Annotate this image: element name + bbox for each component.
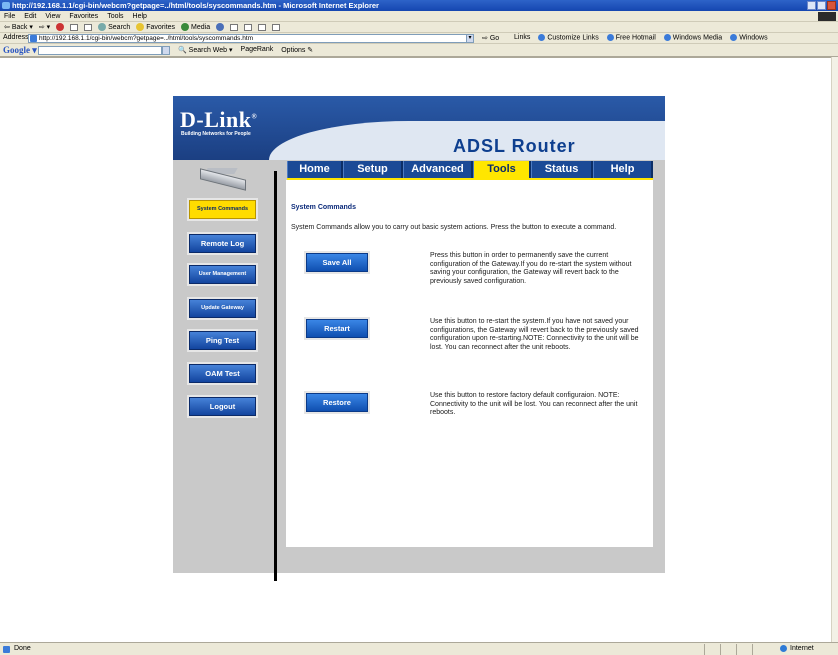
search-web-button[interactable]: 🔍 Search Web ▾ xyxy=(178,46,233,54)
stop-icon[interactable] xyxy=(56,23,65,31)
status-text: Done xyxy=(14,645,31,652)
intro-text: System Commands allow you to carry out b… xyxy=(291,224,617,231)
tab-setup[interactable]: Setup xyxy=(343,161,403,178)
options-button[interactable]: Options ✎ xyxy=(281,46,313,54)
sidebar-item-user-management[interactable]: User Management xyxy=(189,265,256,284)
windows-logo-icon xyxy=(818,12,836,21)
product-title: ADSL Router xyxy=(453,136,576,156)
menu-bar: File Edit View Favorites Tools Help xyxy=(0,11,838,22)
media-icon xyxy=(181,23,190,31)
restart-button[interactable]: Restart xyxy=(306,319,368,338)
page-title: System Commands xyxy=(291,204,356,211)
home-icon[interactable] xyxy=(84,23,93,31)
search-icon xyxy=(98,23,107,31)
restore-button[interactable]: Restore xyxy=(306,393,368,412)
tab-home[interactable]: Home xyxy=(287,161,343,178)
sidebar-item-logout[interactable]: Logout xyxy=(189,397,256,416)
status-divider xyxy=(704,644,705,655)
status-divider xyxy=(752,644,753,655)
pagerank-indicator[interactable]: PageRank xyxy=(241,46,274,54)
google-search-dropdown[interactable] xyxy=(162,46,170,55)
window-controls xyxy=(807,1,836,10)
ie-logo-icon xyxy=(2,2,10,9)
search-button[interactable]: Search xyxy=(98,23,130,31)
google-logo[interactable]: Google ▾ xyxy=(3,45,37,56)
router-header: D-Link® Building Networks for People ADS… xyxy=(173,96,665,160)
vertical-scrollbar[interactable] xyxy=(831,57,838,642)
globe-icon xyxy=(780,644,787,652)
discuss-icon[interactable] xyxy=(272,23,281,31)
edit-icon[interactable] xyxy=(258,23,267,31)
security-zone: Internet xyxy=(780,643,814,655)
sidebar-item-oam-test[interactable]: OAM Test xyxy=(189,364,256,383)
forward-button[interactable]: ⇨ ▾ xyxy=(39,23,50,31)
back-button[interactable]: ⇦ Back ▾ xyxy=(4,23,33,31)
google-search-input[interactable] xyxy=(38,46,162,55)
address-input[interactable]: http://192.168.1.1/cgi-bin/webcm?getpage… xyxy=(28,34,474,43)
link-customize-links[interactable]: Customize Links xyxy=(538,34,599,41)
sidebar-item-remote-log[interactable]: Remote Log xyxy=(189,234,256,253)
address-label: Address xyxy=(3,34,29,41)
menu-edit[interactable]: Edit xyxy=(24,13,36,20)
status-divider xyxy=(736,644,737,655)
main-tabs: Home Setup Advanced Tools Status Help xyxy=(287,161,653,178)
page-status-icon xyxy=(3,646,10,653)
content-panel: System Commands System Commands allow yo… xyxy=(286,180,653,547)
dlink-tagline: Building Networks for People xyxy=(181,131,251,137)
menu-tools[interactable]: Tools xyxy=(107,13,123,20)
address-bar: Address http://192.168.1.1/cgi-bin/webcm… xyxy=(0,33,838,44)
page-icon xyxy=(30,35,37,42)
restore-description: Use this button to restore factory defau… xyxy=(430,392,638,416)
tab-help[interactable]: Help xyxy=(593,161,653,178)
link-windows-media[interactable]: Windows Media xyxy=(663,34,722,41)
menu-view[interactable]: View xyxy=(45,13,60,20)
address-dropdown[interactable]: ▾ xyxy=(466,34,474,43)
standard-toolbar: ⇦ Back ▾ ⇨ ▾ Search Favorites Media xyxy=(0,22,838,33)
links-label: Links xyxy=(514,34,531,41)
restart-description: Use this button to re-start the system.I… xyxy=(430,318,639,351)
refresh-icon[interactable] xyxy=(70,23,79,31)
status-divider xyxy=(720,644,721,655)
sidebar-item-update-gateway[interactable]: Update Gateway xyxy=(189,299,256,318)
window-title-bar: http://192.168.1.1/cgi-bin/webcm?getpage… xyxy=(0,0,838,11)
menu-file[interactable]: File xyxy=(4,13,15,20)
google-toolbar: Google ▾ 🔍 Search Web ▾ PageRank Options… xyxy=(0,44,838,57)
sidebar-divider xyxy=(274,171,277,581)
minimize-icon[interactable] xyxy=(807,1,816,10)
link-icon xyxy=(606,34,614,41)
sidebar-item-system-commands[interactable]: System Commands xyxy=(189,200,256,219)
router-page: D-Link® Building Networks for People ADS… xyxy=(173,96,665,581)
links-bar: Links Customize Links Free Hotmail Windo… xyxy=(514,34,768,41)
tab-advanced[interactable]: Advanced xyxy=(403,161,473,178)
history-icon[interactable] xyxy=(216,23,225,31)
maximize-icon[interactable] xyxy=(817,1,826,10)
router-device-icon xyxy=(196,168,250,191)
close-icon[interactable] xyxy=(827,1,836,10)
link-icon xyxy=(538,34,546,41)
window-title: http://192.168.1.1/cgi-bin/webcm?getpage… xyxy=(12,1,379,10)
sidebar-item-ping-test[interactable]: Ping Test xyxy=(189,331,256,350)
tab-tools[interactable]: Tools xyxy=(473,161,531,178)
mail-icon[interactable] xyxy=(230,23,239,31)
menu-help[interactable]: Help xyxy=(133,13,147,20)
link-icon xyxy=(663,34,671,41)
go-button[interactable]: ⇨ Go xyxy=(482,34,499,42)
link-free-hotmail[interactable]: Free Hotmail xyxy=(606,34,656,41)
media-button[interactable]: Media xyxy=(181,23,210,31)
favorites-icon xyxy=(136,23,145,31)
dlink-logo: D-Link® xyxy=(180,107,258,132)
print-icon[interactable] xyxy=(244,23,253,31)
menu-favorites[interactable]: Favorites xyxy=(69,13,98,20)
tab-status[interactable]: Status xyxy=(531,161,593,178)
save-all-button[interactable]: Save All xyxy=(306,253,368,272)
link-windows[interactable]: Windows xyxy=(730,34,768,41)
link-icon xyxy=(730,34,738,41)
favorites-button[interactable]: Favorites xyxy=(136,23,175,31)
status-bar: Done Internet xyxy=(0,642,838,655)
save-all-description: Press this button in order to permanentl… xyxy=(430,252,632,285)
